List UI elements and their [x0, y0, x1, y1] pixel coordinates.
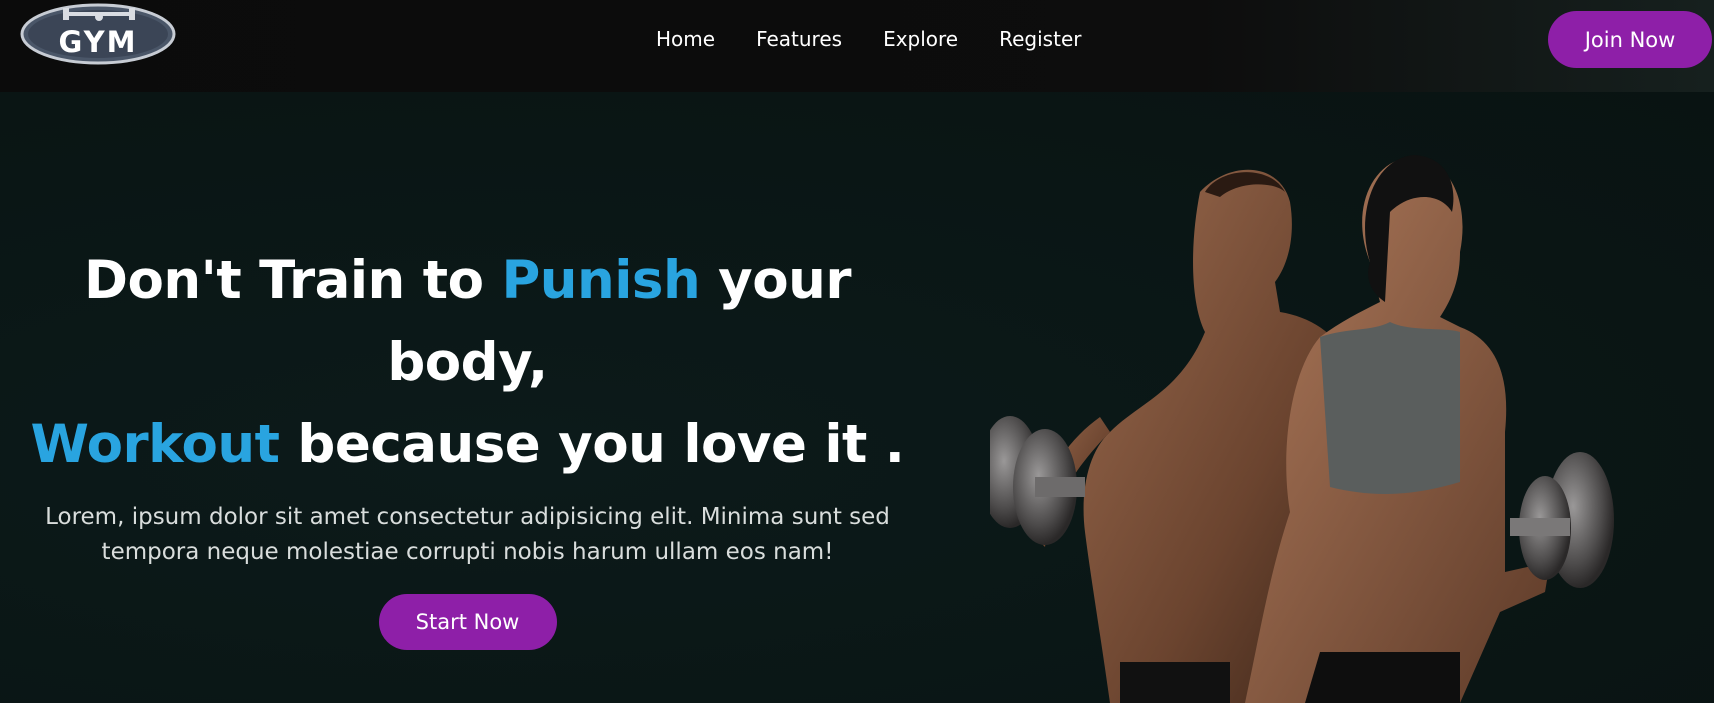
- nav-link-register[interactable]: Register: [999, 24, 1081, 54]
- gym-logo[interactable]: GYM: [20, 3, 177, 65]
- main-nav: Home Features Explore Register: [656, 24, 1081, 54]
- nav-link-explore[interactable]: Explore: [883, 24, 958, 54]
- hero-description: Lorem, ipsum dolor sit amet consectetur …: [45, 504, 890, 565]
- navbar: GYM Home Features Explore Register Join …: [0, 0, 1714, 92]
- fitness-couple-image: [990, 155, 1614, 703]
- nav-link-features[interactable]: Features: [756, 24, 842, 54]
- logo-text: GYM: [58, 25, 137, 59]
- hero-section: Don't Train to Punish your body, Workout…: [0, 92, 1714, 703]
- headline-accent-punish: Punish: [501, 250, 701, 311]
- headline-part1: Don't Train to: [84, 250, 502, 311]
- start-now-button[interactable]: Start Now: [378, 594, 557, 650]
- hero-headline: Don't Train to Punish your body, Workout…: [0, 240, 935, 486]
- headline-part3: because you love it .: [279, 414, 905, 475]
- nav-link-home[interactable]: Home: [656, 24, 715, 54]
- headline-accent-workout: Workout: [30, 414, 280, 475]
- hero-text: Don't Train to Punish your body, Workout…: [0, 240, 935, 650]
- dumbbell-left-icon: [990, 416, 1085, 545]
- join-now-button[interactable]: Join Now: [1548, 11, 1712, 68]
